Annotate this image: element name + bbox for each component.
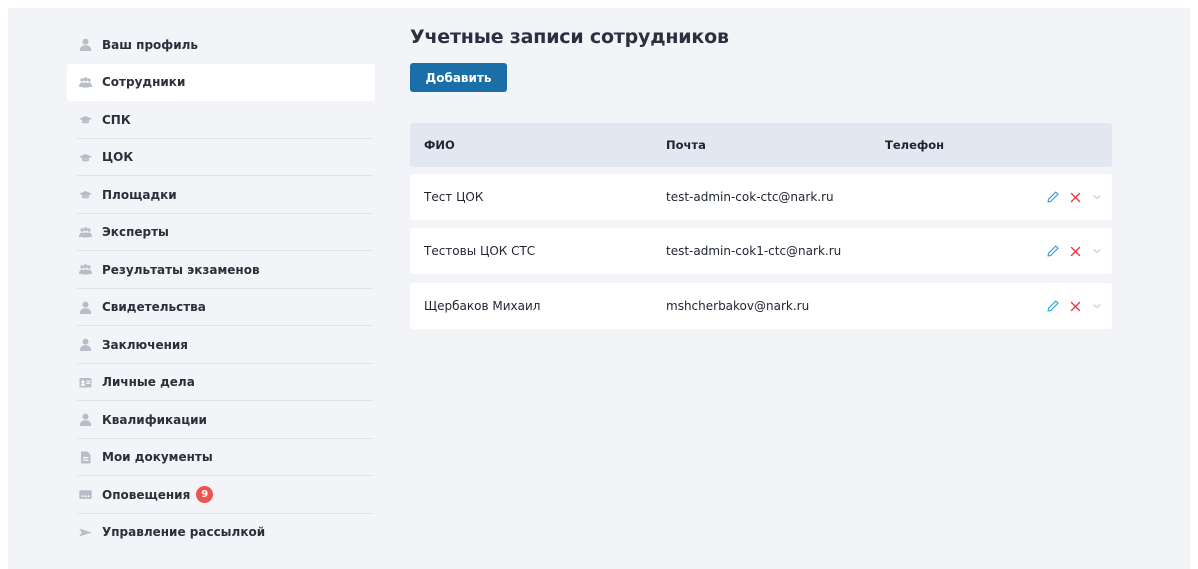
chevron-down-icon[interactable] <box>1086 186 1108 208</box>
column-header-email: Почта <box>666 138 706 152</box>
sidebar-item-profile[interactable]: Ваш профиль <box>67 26 375 64</box>
sidebar-item-spk[interactable]: СПК <box>67 101 375 139</box>
sidebar-item-sites[interactable]: Площадки <box>67 176 375 214</box>
sidebar-item-label: Площадки <box>102 187 177 202</box>
sidebar-item-label: Сотрудники <box>102 75 186 90</box>
edit-pencil-icon[interactable] <box>1042 295 1064 317</box>
sidebar-item-label: СПК <box>102 112 131 127</box>
sidebar-item-label: Управление рассылкой <box>102 525 266 540</box>
row-email: mshcherbakov@nark.ru <box>666 299 810 313</box>
table-row: Тест ЦОК test-admin-cok-ctc@nark.ru <box>410 174 1112 220</box>
message-icon <box>79 488 92 501</box>
row-name: Тестовы ЦОК СТС <box>424 244 536 258</box>
users-icon <box>79 226 92 239</box>
row-actions <box>1042 174 1112 220</box>
graduation-cap-icon <box>79 188 92 201</box>
column-header-phone: Телефон <box>885 138 945 152</box>
table-row: Щербаков Михаил mshcherbakov@nark.ru <box>410 283 1112 329</box>
sidebar-item-tsok[interactable]: ЦОК <box>67 139 375 177</box>
sidebar-item-notifications[interactable]: Оповещения 9 <box>67 476 375 514</box>
delete-x-icon[interactable] <box>1064 240 1086 262</box>
delete-x-icon[interactable] <box>1064 295 1086 317</box>
sidebar-item-my-documents[interactable]: Мои документы <box>67 439 375 477</box>
sidebar-item-employees[interactable]: Сотрудники <box>67 63 375 101</box>
sidebar-item-label: Эксперты <box>102 225 169 240</box>
table-row: Тестовы ЦОК СТС test-admin-cok1-ctc@nark… <box>410 228 1112 274</box>
user-icon <box>79 38 92 52</box>
add-employee-button[interactable]: Добавить <box>410 63 507 92</box>
sidebar-item-label: Свидетельства <box>102 300 206 315</box>
sidebar-item-label: ЦОК <box>102 150 134 165</box>
edit-pencil-icon[interactable] <box>1042 240 1064 262</box>
row-name: Щербаков Михаил <box>424 299 541 313</box>
send-icon <box>79 526 92 539</box>
sidebar-item-label: Оповещения <box>102 487 191 502</box>
graduation-cap-icon <box>79 151 92 164</box>
table-header: ФИО Почта Телефон <box>410 123 1112 167</box>
user-icon <box>79 338 92 352</box>
user-icon <box>79 413 92 427</box>
user-icon <box>79 301 92 314</box>
users-icon <box>79 76 92 89</box>
sidebar-item-label: Квалификации <box>102 412 207 427</box>
sidebar-item-label: Заключения <box>102 337 189 352</box>
document-icon <box>79 451 92 464</box>
sidebar-item-experts[interactable]: Эксперты <box>67 214 375 252</box>
graduation-cap-icon <box>79 113 92 126</box>
sidebar-item-label: Ваш профиль <box>102 37 198 52</box>
sidebar-item-certificates[interactable]: Свидетельства <box>67 289 375 327</box>
sidebar-item-exam-results[interactable]: Результаты экзаменов <box>67 251 375 289</box>
sidebar-item-label: Результаты экзаменов <box>102 262 260 277</box>
sidebar-item-label: Личные дела <box>102 375 195 390</box>
delete-x-icon[interactable] <box>1064 186 1086 208</box>
chevron-down-icon[interactable] <box>1086 240 1108 262</box>
sidebar: Ваш профиль Сотрудники СПК ЦОК Площадки … <box>67 26 375 551</box>
page-title: Учетные записи сотрудников <box>410 26 729 48</box>
chevron-down-icon[interactable] <box>1086 295 1108 317</box>
sidebar-item-label: Мои документы <box>102 450 213 465</box>
sidebar-item-qualifications[interactable]: Квалификации <box>67 401 375 439</box>
row-name: Тест ЦОК <box>424 190 484 204</box>
id-card-icon <box>79 376 92 389</box>
row-email: test-admin-cok-ctc@nark.ru <box>666 190 834 204</box>
sidebar-item-conclusions[interactable]: Заключения <box>67 326 375 364</box>
notification-count-badge: 9 <box>196 486 214 504</box>
sidebar-item-mailing[interactable]: Управление рассылкой <box>67 514 375 552</box>
edit-pencil-icon[interactable] <box>1042 186 1064 208</box>
row-actions <box>1042 228 1112 274</box>
sidebar-item-personal-files[interactable]: Личные дела <box>67 364 375 402</box>
row-email: test-admin-cok1-ctc@nark.ru <box>666 244 842 258</box>
column-header-name: ФИО <box>424 138 455 152</box>
row-actions <box>1042 283 1112 329</box>
users-icon <box>79 263 92 276</box>
